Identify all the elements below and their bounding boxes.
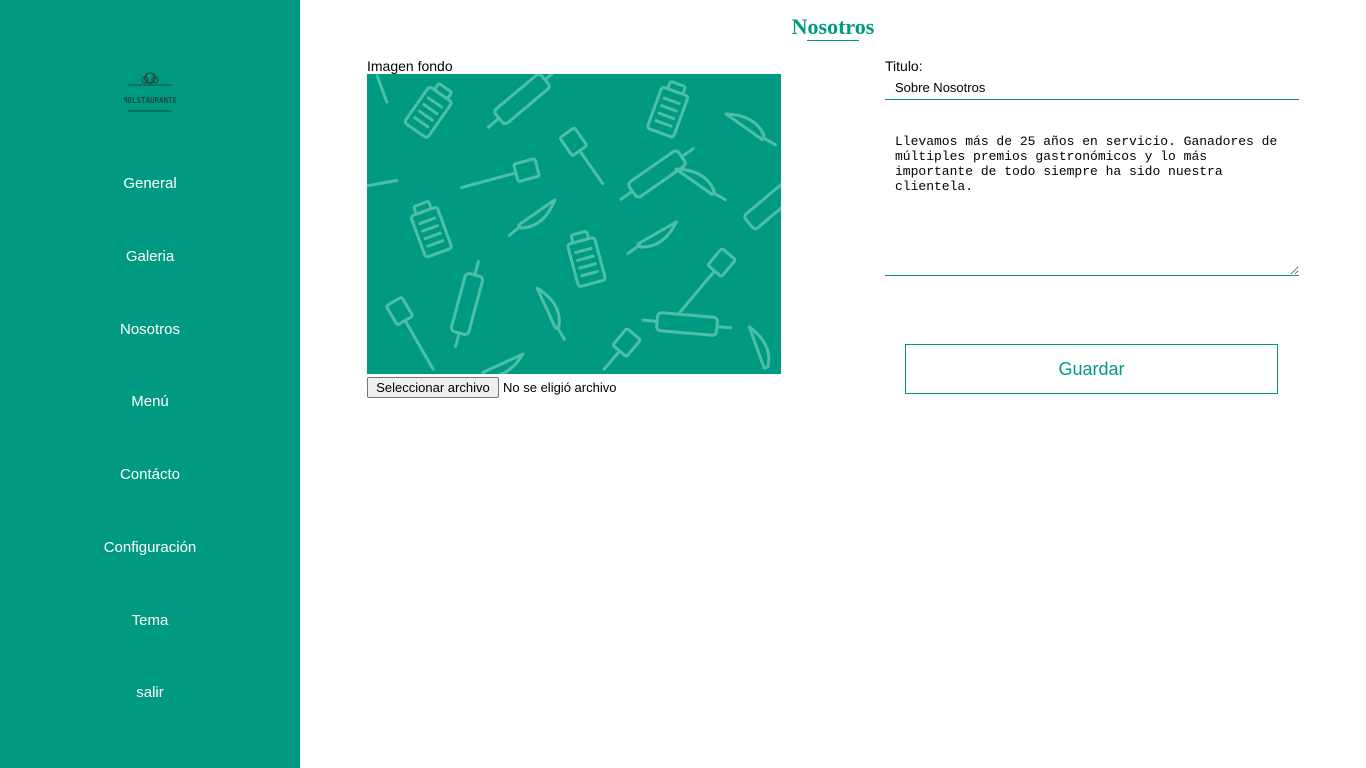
sidebar-item-general[interactable]: General: [0, 175, 300, 192]
sidebar-item-configuracion[interactable]: Configuración: [0, 539, 300, 556]
description-textarea[interactable]: Llevamos más de 25 años en servicio. Gan…: [885, 126, 1299, 276]
title-input[interactable]: [885, 76, 1299, 100]
main-content: Nosotros Imagen fondo Seleccionar archiv…: [300, 0, 1366, 768]
file-status-text: No se eligió archivo: [503, 380, 617, 395]
save-button[interactable]: Guardar: [905, 344, 1278, 394]
kitchen-utensils-pattern: [367, 74, 781, 374]
sidebar-item-tema[interactable]: Tema: [0, 612, 300, 629]
title-field-label: Titulo:: [885, 58, 923, 74]
sidebar-item-contacto[interactable]: Contácto: [0, 466, 300, 483]
background-image-label: Imagen fondo: [367, 58, 453, 74]
sidebar-item-menu[interactable]: Menú: [0, 393, 300, 410]
background-image-preview: [367, 74, 781, 374]
sidebar: MOLSTAURANTE General Galeria Nosotros Me…: [0, 0, 300, 768]
sidebar-item-salir[interactable]: salir: [0, 684, 300, 701]
page-title: Nosotros: [791, 14, 875, 39]
sidebar-item-nosotros[interactable]: Nosotros: [0, 321, 300, 338]
choose-file-button[interactable]: Seleccionar archivo: [367, 377, 499, 398]
sidebar-item-galeria[interactable]: Galeria: [0, 248, 300, 265]
svg-text:MOLSTAURANTE: MOLSTAURANTE: [124, 96, 176, 105]
restaurant-logo[interactable]: MOLSTAURANTE: [123, 68, 178, 114]
title-underline: [807, 40, 859, 41]
